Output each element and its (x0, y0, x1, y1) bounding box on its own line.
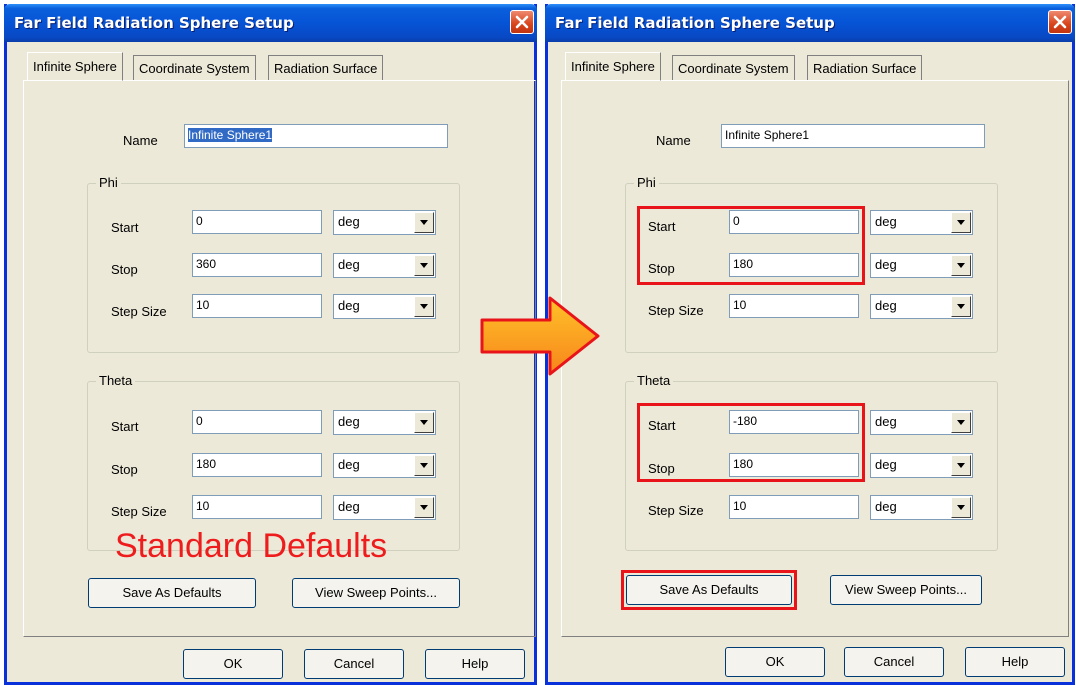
phi-start-unit-select[interactable]: deg (333, 210, 436, 235)
name-label: Name (123, 133, 158, 148)
cancel-button[interactable]: Cancel (844, 647, 944, 677)
cancel-button[interactable]: Cancel (304, 649, 404, 679)
view-sweep-points-button[interactable]: View Sweep Points... (830, 575, 982, 605)
ok-button[interactable]: OK (725, 647, 825, 677)
phi-start-unit-value: deg (338, 214, 360, 229)
close-button[interactable] (510, 10, 534, 34)
theta-step-label: Step Size (111, 504, 167, 519)
right-arrow-icon (480, 296, 600, 376)
theta-step-label: Step Size (648, 503, 704, 518)
theta-stop-field[interactable]: 180 (729, 453, 859, 477)
phi-group-title: Phi (96, 175, 121, 190)
theta-stop-label: Stop (648, 461, 675, 476)
dialog-window-left: Far Field Radiation Sphere Setup Infinit… (4, 4, 537, 685)
theta-stop-label: Stop (111, 462, 138, 477)
theta-start-field[interactable]: 0 (192, 410, 322, 434)
name-field[interactable]: Infinite Sphere1 (721, 124, 985, 148)
chevron-down-icon[interactable] (951, 497, 971, 518)
phi-step-field[interactable]: 10 (729, 294, 859, 318)
theta-start-unit-value: deg (875, 414, 897, 429)
phi-step-field[interactable]: 10 (192, 294, 322, 318)
theta-step-field[interactable]: 10 (729, 495, 859, 519)
theta-stop-unit-value: deg (875, 457, 897, 472)
theta-stop-unit-select[interactable]: deg (870, 453, 973, 478)
chevron-down-icon[interactable] (414, 212, 434, 233)
phi-stop-unit-value: deg (338, 257, 360, 272)
chevron-down-icon[interactable] (414, 412, 434, 433)
theta-start-label: Start (111, 419, 139, 434)
chevron-down-icon[interactable] (414, 455, 434, 476)
phi-step-unit-value: deg (338, 298, 360, 313)
theta-step-unit-select[interactable]: deg (870, 495, 973, 520)
save-as-defaults-button[interactable]: Save As Defaults (88, 578, 256, 608)
phi-stop-label: Stop (111, 262, 138, 277)
theta-start-field[interactable]: -180 (729, 410, 859, 434)
tab-infinite-sphere[interactable]: Infinite Sphere (27, 52, 123, 81)
chevron-down-icon[interactable] (414, 296, 434, 317)
phi-stop-unit-select[interactable]: deg (333, 253, 436, 278)
phi-group-title: Phi (634, 175, 659, 190)
chevron-down-icon[interactable] (414, 255, 434, 276)
title-bar[interactable]: Far Field Radiation Sphere Setup (545, 4, 1075, 42)
theta-stop-unit-select[interactable]: deg (333, 453, 436, 478)
close-x-icon (1053, 15, 1067, 29)
window-title: Far Field Radiation Sphere Setup (555, 14, 835, 32)
phi-start-unit-value: deg (875, 214, 897, 229)
dialog-window-right: Far Field Radiation Sphere Setup Infinit… (545, 4, 1075, 685)
chevron-down-icon[interactable] (951, 296, 971, 317)
theta-group-title: Theta (634, 373, 674, 388)
help-button[interactable]: Help (965, 647, 1065, 677)
phi-start-field[interactable]: 0 (192, 210, 322, 234)
help-button[interactable]: Help (425, 649, 525, 679)
save-as-defaults-button[interactable]: Save As Defaults (626, 575, 792, 605)
phi-stop-field[interactable]: 360 (192, 253, 322, 277)
theta-stop-unit-value: deg (338, 457, 360, 472)
phi-step-label: Step Size (111, 304, 167, 319)
phi-stop-unit-select[interactable]: deg (870, 253, 973, 278)
phi-step-unit-select[interactable]: deg (333, 294, 436, 319)
theta-step-unit-value: deg (338, 499, 360, 514)
chevron-down-icon[interactable] (414, 497, 434, 518)
theta-group-title: Theta (96, 373, 136, 388)
phi-step-unit-select[interactable]: deg (870, 294, 973, 319)
theta-step-field[interactable]: 10 (192, 495, 322, 519)
phi-start-label: Start (111, 220, 139, 235)
phi-step-label: Step Size (648, 303, 704, 318)
chevron-down-icon[interactable] (951, 412, 971, 433)
phi-step-unit-value: deg (875, 298, 897, 313)
theta-stop-field[interactable]: 180 (192, 453, 322, 477)
name-label: Name (656, 133, 691, 148)
tab-coordinate-system[interactable]: Coordinate System (133, 55, 256, 80)
close-x-icon (515, 15, 529, 29)
name-value: Infinite Sphere1 (188, 128, 273, 142)
standard-defaults-caption: Standard Defaults (115, 527, 388, 565)
phi-stop-field[interactable]: 180 (729, 253, 859, 277)
theta-start-unit-value: deg (338, 414, 360, 429)
theta-start-label: Start (648, 418, 676, 433)
theta-start-unit-select[interactable]: deg (870, 410, 973, 435)
name-field[interactable]: Infinite Sphere1 (184, 124, 448, 148)
theta-step-unit-value: deg (875, 499, 897, 514)
phi-stop-label: Stop (648, 261, 675, 276)
tab-coordinate-system[interactable]: Coordinate System (672, 55, 795, 80)
phi-stop-unit-value: deg (875, 257, 897, 272)
phi-start-field[interactable]: 0 (729, 210, 859, 234)
tab-infinite-sphere[interactable]: Infinite Sphere (565, 52, 661, 81)
ok-button[interactable]: OK (183, 649, 283, 679)
tab-radiation-surface[interactable]: Radiation Surface (807, 55, 923, 80)
chevron-down-icon[interactable] (951, 455, 971, 476)
title-bar[interactable]: Far Field Radiation Sphere Setup (4, 4, 537, 42)
tab-radiation-surface[interactable]: Radiation Surface (268, 55, 384, 80)
chevron-down-icon[interactable] (951, 212, 971, 233)
theta-start-unit-select[interactable]: deg (333, 410, 436, 435)
chevron-down-icon[interactable] (951, 255, 971, 276)
phi-start-label: Start (648, 219, 676, 234)
view-sweep-points-button[interactable]: View Sweep Points... (292, 578, 460, 608)
tab-panel: Name Infinite Sphere1 Phi Start 0 deg St… (561, 80, 1069, 637)
close-button[interactable] (1048, 10, 1072, 34)
phi-start-unit-select[interactable]: deg (870, 210, 973, 235)
theta-step-unit-select[interactable]: deg (333, 495, 436, 520)
window-title: Far Field Radiation Sphere Setup (14, 14, 294, 32)
